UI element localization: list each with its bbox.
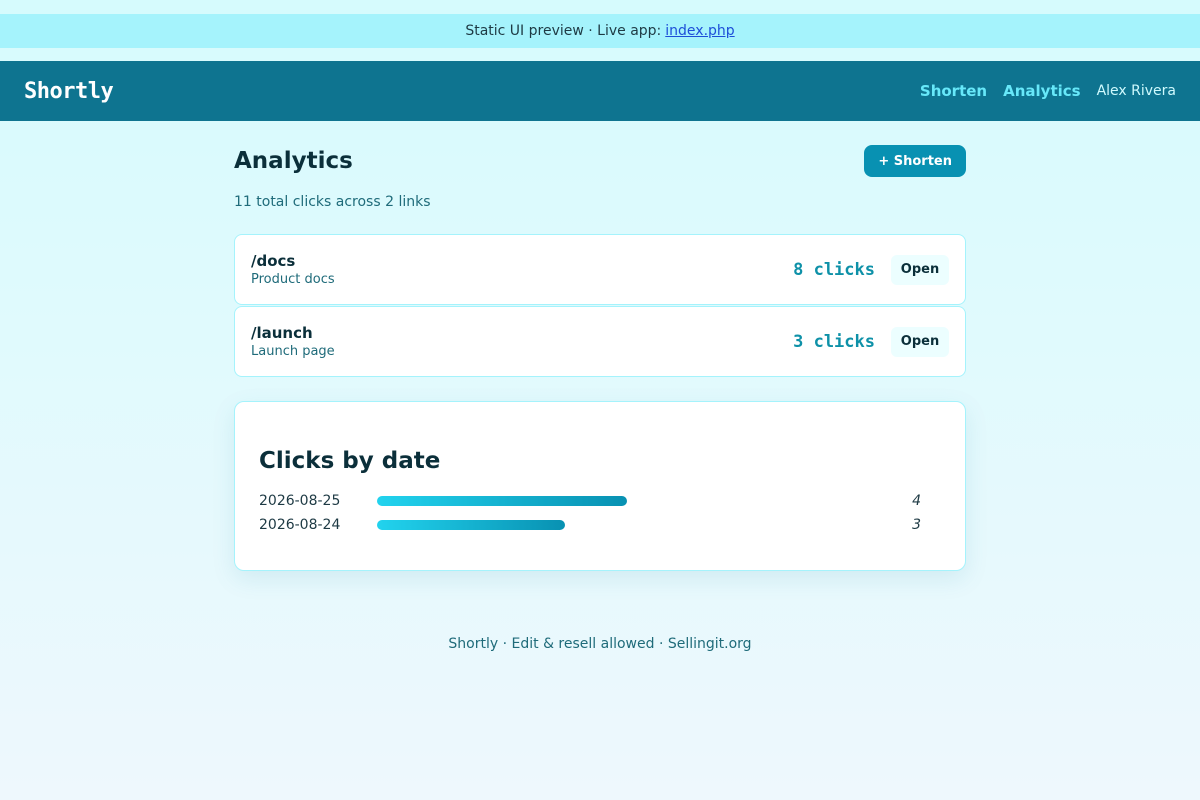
chart-value-label: 4: [912, 493, 921, 509]
live-app-link[interactable]: index.php: [665, 23, 734, 39]
main-content: Analytics + Shorten 11 total clicks acro…: [234, 121, 966, 571]
nav-shorten-link[interactable]: Shorten: [920, 82, 987, 100]
page-header: Analytics + Shorten: [234, 145, 966, 177]
chart-bar: [377, 520, 565, 530]
chart-title: Clicks by date: [259, 448, 441, 474]
link-info: /docs Product docs: [251, 252, 335, 287]
shorten-button[interactable]: + Shorten: [864, 145, 966, 177]
footer: Shortly · Edit & resell allowed · Sellin…: [448, 636, 752, 652]
link-slug: /launch: [251, 324, 313, 342]
chart-value-label: 3: [912, 517, 921, 533]
link-item: /docs Product docs 8 clicks Open: [234, 234, 966, 305]
chart-rows: 2026-08-25 4 2026-08-24 3: [259, 492, 941, 534]
open-link-button[interactable]: Open: [891, 326, 949, 357]
clicks-summary: 11 total clicks across 2 links: [234, 194, 431, 210]
link-item: /launch Launch page 3 clicks Open: [234, 306, 966, 377]
clicks-by-date-card: Clicks by date 2026-08-25 4 2026-08-24 3: [234, 401, 966, 571]
link-description: Launch page: [251, 344, 335, 359]
chart-bar-row: 2026-08-24 3: [259, 516, 941, 534]
page-title: Analytics: [234, 148, 353, 174]
link-actions: 8 clicks Open: [793, 254, 949, 285]
link-description: Product docs: [251, 272, 335, 287]
link-slug: /docs: [251, 252, 296, 270]
preview-banner: Static UI preview · Live app: index.php: [0, 14, 1200, 48]
link-list: /docs Product docs 8 clicks Open /launch…: [234, 234, 966, 377]
chart-category-label: 2026-08-24: [259, 517, 341, 533]
nav-links: Shorten Analytics Alex Rivera: [920, 82, 1176, 100]
chart-category-label: 2026-08-25: [259, 493, 341, 509]
chart-bar: [377, 496, 627, 506]
link-clicks: 8 clicks: [793, 259, 875, 280]
brand-logo[interactable]: Shortly: [24, 79, 114, 104]
user-name: Alex Rivera: [1096, 83, 1176, 99]
link-clicks: 3 clicks: [793, 331, 875, 352]
link-info: /launch Launch page: [251, 324, 335, 359]
preview-banner-text: Static UI preview · Live app:: [465, 23, 662, 39]
top-navbar: Shortly Shorten Analytics Alex Rivera: [0, 61, 1200, 121]
chart-bar-track: [377, 496, 877, 506]
chart-bar-track: [377, 520, 877, 530]
link-actions: 3 clicks Open: [793, 326, 949, 357]
nav-analytics-link[interactable]: Analytics: [1003, 82, 1080, 100]
open-link-button[interactable]: Open: [891, 254, 949, 285]
chart-bar-row: 2026-08-25 4: [259, 492, 941, 510]
